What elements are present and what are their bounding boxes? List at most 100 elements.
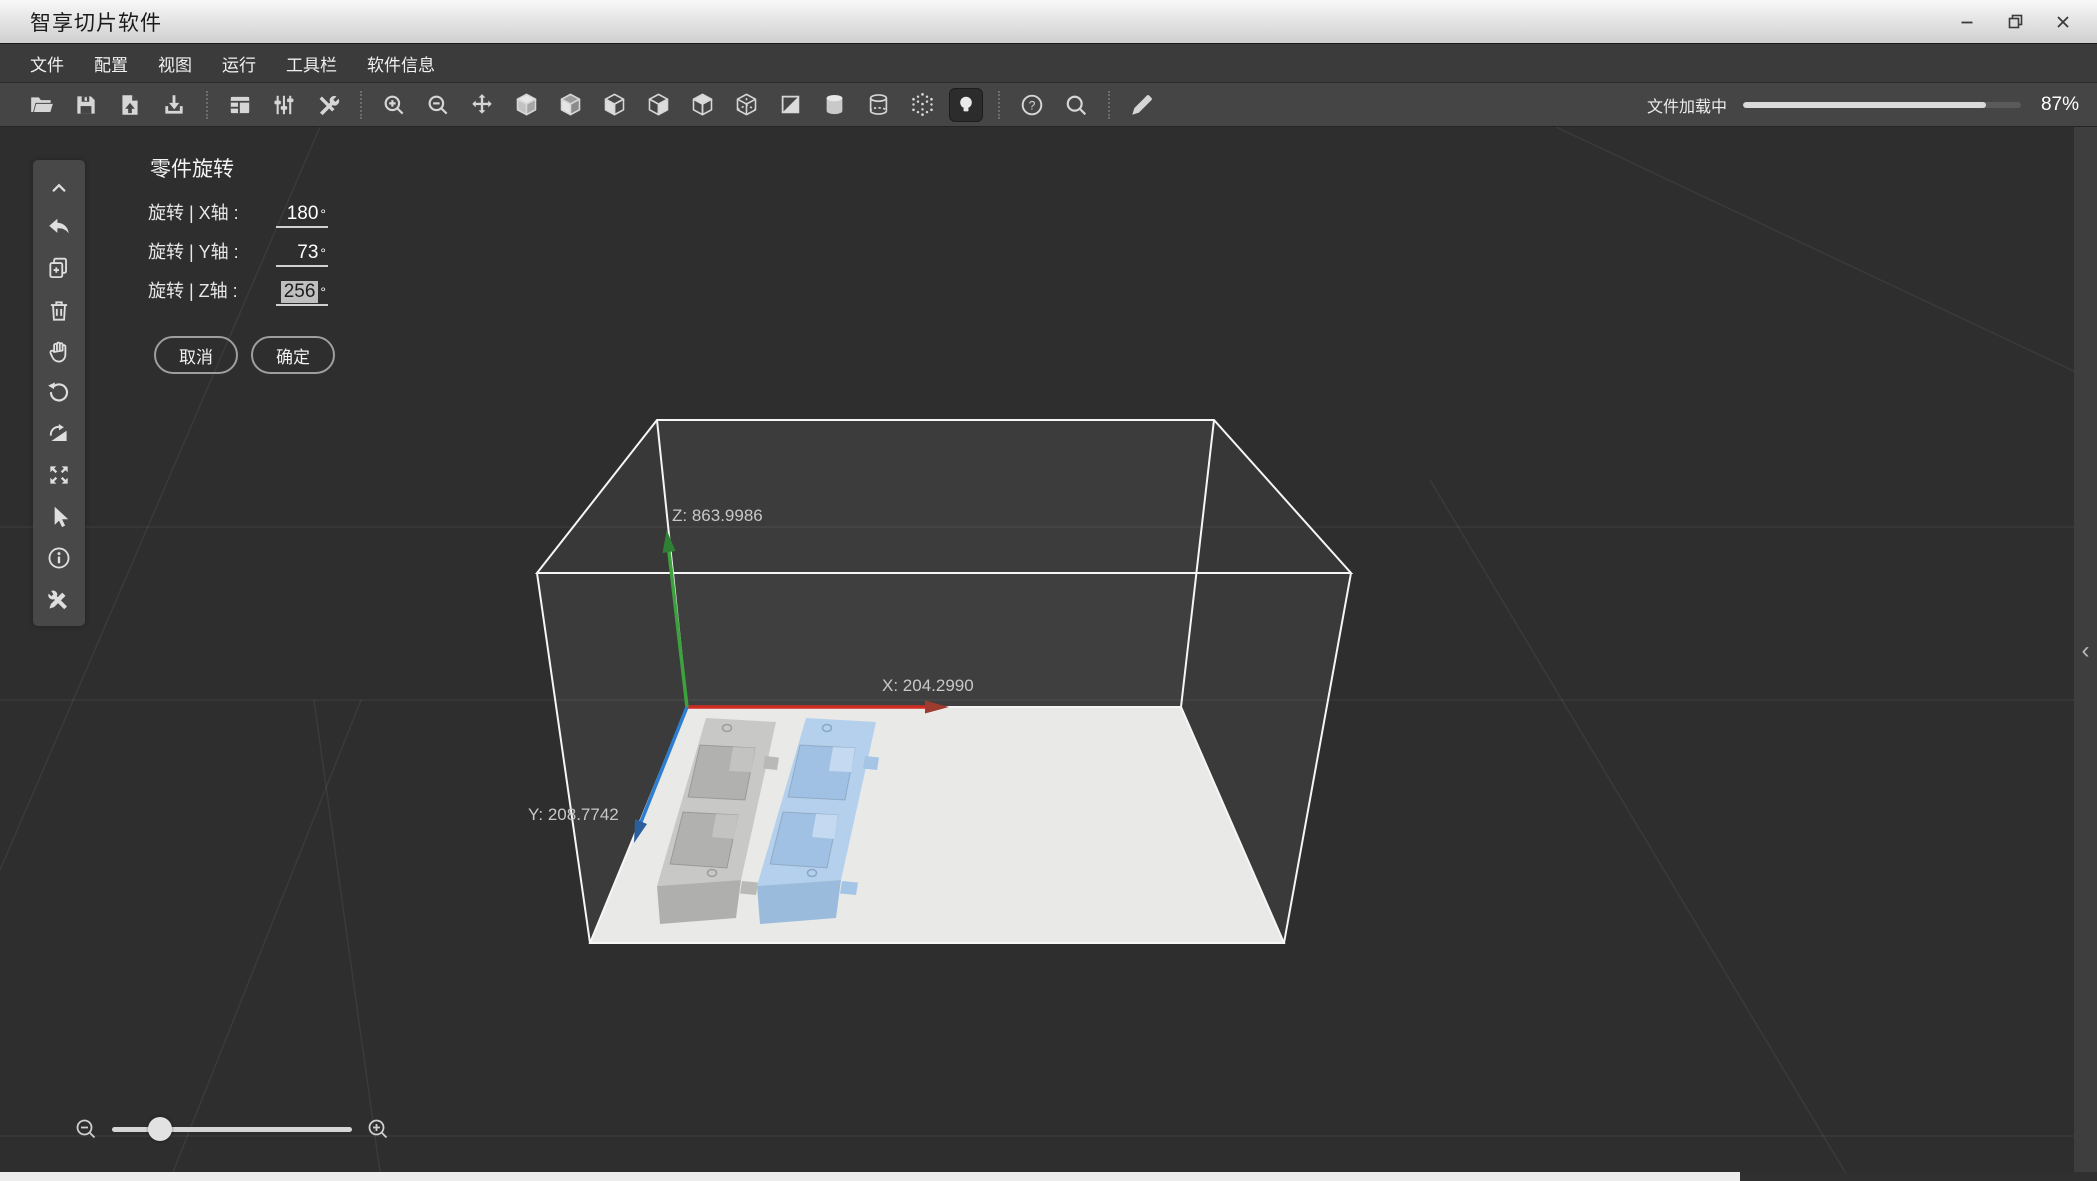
search-icon [1066,95,1087,115]
lightbulb-icon [960,96,972,111]
toolbar-separator [998,90,1000,119]
rotation-panel-buttons: 取消 确定 [154,336,378,374]
import-download-icon [165,94,183,114]
zoom-out-button[interactable] [416,86,460,124]
zoom-out-icon [428,95,448,114]
zoom-in-magnifier-icon[interactable] [366,1117,390,1141]
cylinder-icon [826,94,842,115]
move-view-button[interactable] [460,86,504,124]
menu-toolbar[interactable]: 工具栏 [271,44,352,82]
zoom-in-icon [384,95,404,114]
help-button[interactable]: ? [1010,86,1054,124]
machine-panel-icon [230,96,250,113]
rotation-x-input[interactable]: 180 ° [276,203,328,228]
save-file-button[interactable] [64,86,108,124]
export-file-button[interactable] [108,86,152,124]
duplicate-button[interactable] [39,252,79,286]
zoom-slider[interactable] [112,1117,352,1141]
move-arrows-icon [472,93,492,114]
trash-icon [50,300,68,321]
wrench-screwdriver-icon [319,95,340,115]
right-panel-strip: ‹ [2074,127,2097,1172]
view-top-button[interactable] [680,86,724,124]
menu-file[interactable]: 文件 [15,44,79,82]
loading-progress-fill [1742,101,1987,108]
zoom-out-magnifier-icon[interactable] [74,1117,98,1141]
toolbar-separator [360,90,362,119]
rotation-y-label: 旋转 | Y轴 : [148,242,239,262]
minimize-icon [1961,21,1973,23]
pan-button[interactable] [39,335,79,369]
rotate-ccw-icon [48,382,69,402]
close-button[interactable] [2039,1,2087,43]
delete-button[interactable] [39,294,79,328]
view-right-button[interactable] [636,86,680,124]
axis-label-x: X: 204.2990 [882,676,974,695]
view-section-button[interactable] [768,86,812,124]
machine-settings-button[interactable] [218,86,262,124]
rotation-panel-title: 零件旋转 [150,158,234,181]
rotate-view-button[interactable] [39,376,79,410]
undo-button[interactable] [39,211,79,245]
expand-arrows-icon [50,466,68,484]
rotation-row-y: 旋转 | Y轴 : 73 ° [148,238,378,277]
rotation-panel: 零件旋转 旋转 | X轴 : 180 ° 旋转 | Y轴 : 73 ° 旋转 | Z… [148,153,378,374]
menu-about[interactable]: 软件信息 [352,44,450,82]
view-wireframe-button[interactable] [724,86,768,124]
cursor-icon [54,506,69,527]
cube-front-icon [604,93,624,116]
cylinder-wireframe-icon [869,94,887,115]
cylinder-solid-button[interactable] [812,86,856,124]
help-icon: ? [1021,94,1043,115]
menu-config[interactable]: 配置 [79,44,143,82]
menu-bar: 文件 配置 视图 运行 工具栏 软件信息 [0,44,2097,83]
sliders-icon [274,95,294,114]
rotation-z-input[interactable]: 256 ° [276,281,328,306]
lay-flat-button[interactable] [39,417,79,451]
bottom-strip-light [0,1172,1740,1181]
menu-run[interactable]: 运行 [207,44,271,82]
rotation-y-input[interactable]: 73 ° [276,242,328,267]
search-button[interactable] [1054,86,1098,124]
restore-button[interactable] [1991,1,2039,43]
collapse-rail-button[interactable] [39,170,79,204]
rotation-z-label: 旋转 | Z轴 : [148,281,238,301]
zoom-slider-thumb[interactable] [148,1117,172,1141]
parameter-settings-button[interactable] [262,86,306,124]
fit-view-button[interactable] [39,458,79,492]
zoom-in-button[interactable] [372,86,416,124]
pen-icon [1132,94,1152,115]
window-controls [1943,1,2097,43]
confirm-button[interactable]: 确定 [251,336,335,374]
axis-label-y: Y: 208.7742 [528,805,619,824]
cube-left-icon [560,93,580,116]
cube-top-icon [692,93,712,116]
view-left-button[interactable] [548,86,592,124]
open-file-button[interactable] [20,86,64,124]
import-file-button[interactable] [152,86,196,124]
cancel-button[interactable]: 取消 [154,336,238,374]
loading-percent: 87% [2040,93,2079,115]
close-icon [2057,15,2069,28]
view-front-button[interactable] [592,86,636,124]
open-folder-icon [31,96,53,112]
rotation-x-label: 旋转 | X轴 : [148,203,239,223]
view-iso-button[interactable] [504,86,548,124]
app-window: 智享切片软件 文件 配置 视图 运行 工具栏 软件信息 ? 文件加载中 87% … [0,0,2097,1181]
menu-view[interactable]: 视图 [143,44,207,82]
viewport-3d[interactable]: Z: 863.9986 X: 204.2990 Y: 208.7742 零件旋转… [0,127,2097,1172]
tools-button[interactable] [306,86,350,124]
info-button[interactable] [39,541,79,575]
light-toggle-button[interactable] [949,87,983,122]
repair-button[interactable] [39,582,79,616]
window-title: 智享切片软件 [30,11,162,35]
annotate-button[interactable] [1120,86,1164,124]
cylinder-wireframe-button[interactable] [856,86,900,124]
select-button[interactable] [39,500,79,534]
info-icon [48,547,70,569]
loading-progress-bar [1742,101,2021,108]
expand-right-panel-button[interactable]: ‹ [2082,639,2090,663]
minimize-button[interactable] [1943,1,1991,43]
point-cloud-button[interactable] [900,86,944,124]
axis-label-z: Z: 863.9986 [672,506,763,525]
